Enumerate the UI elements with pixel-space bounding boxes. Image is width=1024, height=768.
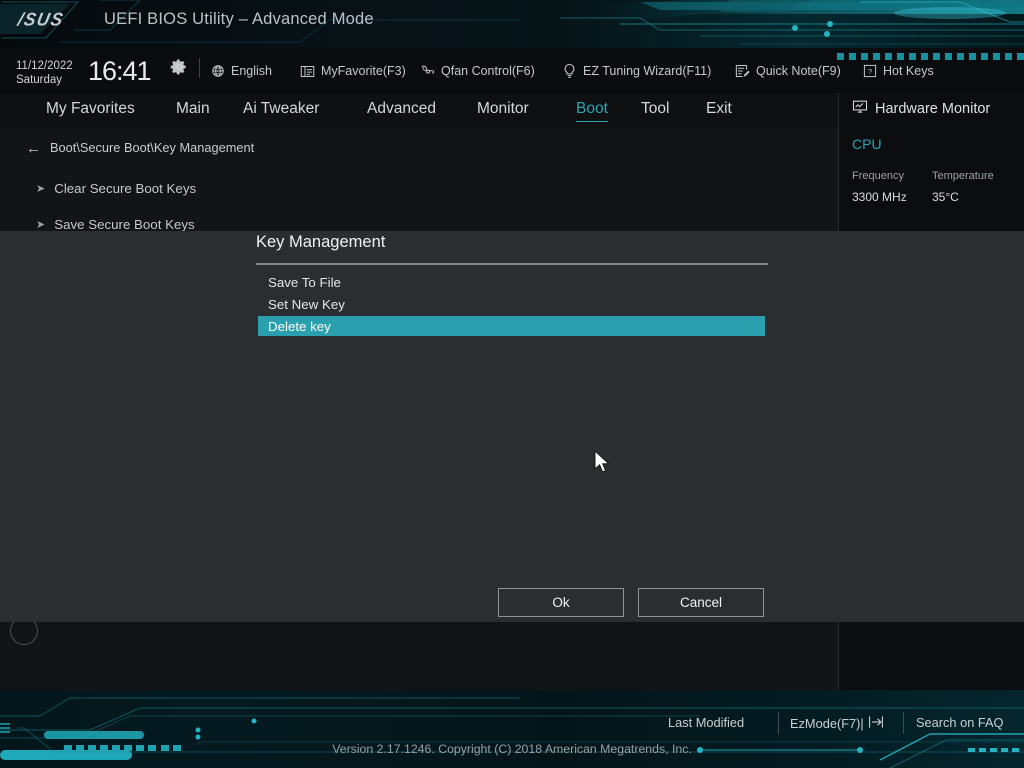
- dash-decoration: [824, 53, 1024, 61]
- date-value: 11/12/2022: [16, 60, 73, 72]
- footer-divider: [903, 712, 904, 734]
- temperature-value: 35°C: [932, 190, 959, 204]
- list-card-icon: [300, 64, 315, 79]
- asus-logo: /SUS: [15, 8, 84, 30]
- exit-arrow-icon: [868, 715, 884, 732]
- version-text: Version 2.17.1246. Copyright (C) 2018 Am…: [332, 742, 692, 756]
- tab-ai-tweaker[interactable]: Ai Tweaker: [243, 100, 319, 118]
- page-title: UEFI BIOS Utility – Advanced Mode: [104, 10, 374, 28]
- qfan-control-button[interactable]: Qfan Control(F6): [420, 62, 535, 80]
- cancel-button[interactable]: Cancel: [638, 588, 764, 617]
- last-modified-button[interactable]: Last Modified: [668, 715, 744, 730]
- hot-keys-button[interactable]: ? Hot Keys: [862, 62, 934, 80]
- fan-icon: [420, 64, 435, 79]
- language-label: English: [231, 64, 272, 78]
- ez-tuning-wizard-button[interactable]: EZ Tuning Wizard(F11): [562, 62, 711, 80]
- asus-logo-text: /SUS: [15, 8, 66, 30]
- dialog-title: Key Management: [256, 233, 386, 251]
- toolbar-divider: [199, 58, 200, 78]
- hardware-monitor-section-cpu: CPU: [852, 136, 882, 152]
- myfavorite-button[interactable]: MyFavorite(F3): [300, 62, 406, 80]
- tab-advanced[interactable]: Advanced: [367, 100, 436, 118]
- note-pencil-icon: [735, 64, 750, 79]
- dialog-option-set-new-key[interactable]: Set New Key: [258, 294, 765, 314]
- menu-item-clear-secure-boot-keys[interactable]: ➤ Clear Secure Boot Keys: [36, 181, 196, 196]
- weekday-value: Saturday: [16, 73, 63, 86]
- back-arrow-icon[interactable]: ←: [26, 140, 41, 157]
- tab-tool[interactable]: Tool: [641, 100, 669, 118]
- myfavorite-label: MyFavorite(F3): [321, 64, 406, 78]
- hardware-monitor-title-text: Hardware Monitor: [875, 101, 991, 117]
- quick-note-label: Quick Note(F9): [756, 64, 841, 78]
- bios-screen: /SUS UEFI BIOS Utility – Advanced Mode 1…: [0, 0, 1024, 768]
- breadcrumb: Boot\Secure Boot\Key Management: [50, 140, 255, 155]
- question-box-icon: ?: [862, 64, 877, 79]
- date-display: 11/12/2022 Saturday: [16, 60, 73, 87]
- temperature-label: Temperature: [932, 170, 994, 182]
- tab-main[interactable]: Main: [176, 100, 210, 118]
- svg-text:?: ?: [867, 67, 871, 76]
- menu-item-save-secure-boot-keys[interactable]: ➤ Save Secure Boot Keys: [36, 217, 195, 232]
- gear-icon[interactable]: [170, 58, 188, 76]
- search-faq-button[interactable]: Search on FAQ: [916, 715, 1004, 730]
- top-banner: /SUS UEFI BIOS Utility – Advanced Mode: [0, 0, 1024, 48]
- hot-keys-label: Hot Keys: [883, 64, 934, 78]
- hardware-monitor-title: Hardware Monitor: [852, 100, 990, 118]
- dialog-option-delete-key[interactable]: Delete key: [258, 316, 765, 336]
- language-button[interactable]: English: [210, 62, 272, 80]
- ezmode-label: EzMode(F7)|: [790, 716, 864, 731]
- frequency-value: 3300 MHz: [852, 190, 907, 204]
- tab-my-favorites[interactable]: My Favorites: [46, 100, 135, 118]
- menu-item-label: Clear Secure Boot Keys: [54, 181, 197, 196]
- ez-tuning-wizard-label: EZ Tuning Wizard(F11): [583, 64, 712, 78]
- frequency-label: Frequency: [852, 170, 904, 182]
- dialog-separator: [256, 263, 768, 265]
- qfan-control-label: Qfan Control(F6): [441, 64, 535, 78]
- footer-divider: [778, 712, 779, 734]
- ezmode-button[interactable]: EzMode(F7)|: [790, 715, 884, 732]
- dialog-option-save-to-file[interactable]: Save To File: [258, 272, 765, 292]
- tab-monitor[interactable]: Monitor: [477, 100, 529, 118]
- menu-item-label: Save Secure Boot Keys: [54, 217, 195, 232]
- quick-note-button[interactable]: Quick Note(F9): [735, 62, 841, 80]
- clock-display: 16:41: [88, 56, 152, 86]
- globe-icon: [210, 64, 225, 79]
- chevron-right-icon: ➤: [36, 219, 46, 231]
- ok-button[interactable]: Ok: [498, 588, 624, 617]
- bulb-icon: [562, 63, 577, 79]
- chevron-right-icon: ➤: [36, 183, 46, 195]
- monitor-chart-icon: [852, 100, 868, 118]
- tab-boot[interactable]: Boot: [576, 100, 608, 122]
- tab-exit[interactable]: Exit: [706, 100, 732, 118]
